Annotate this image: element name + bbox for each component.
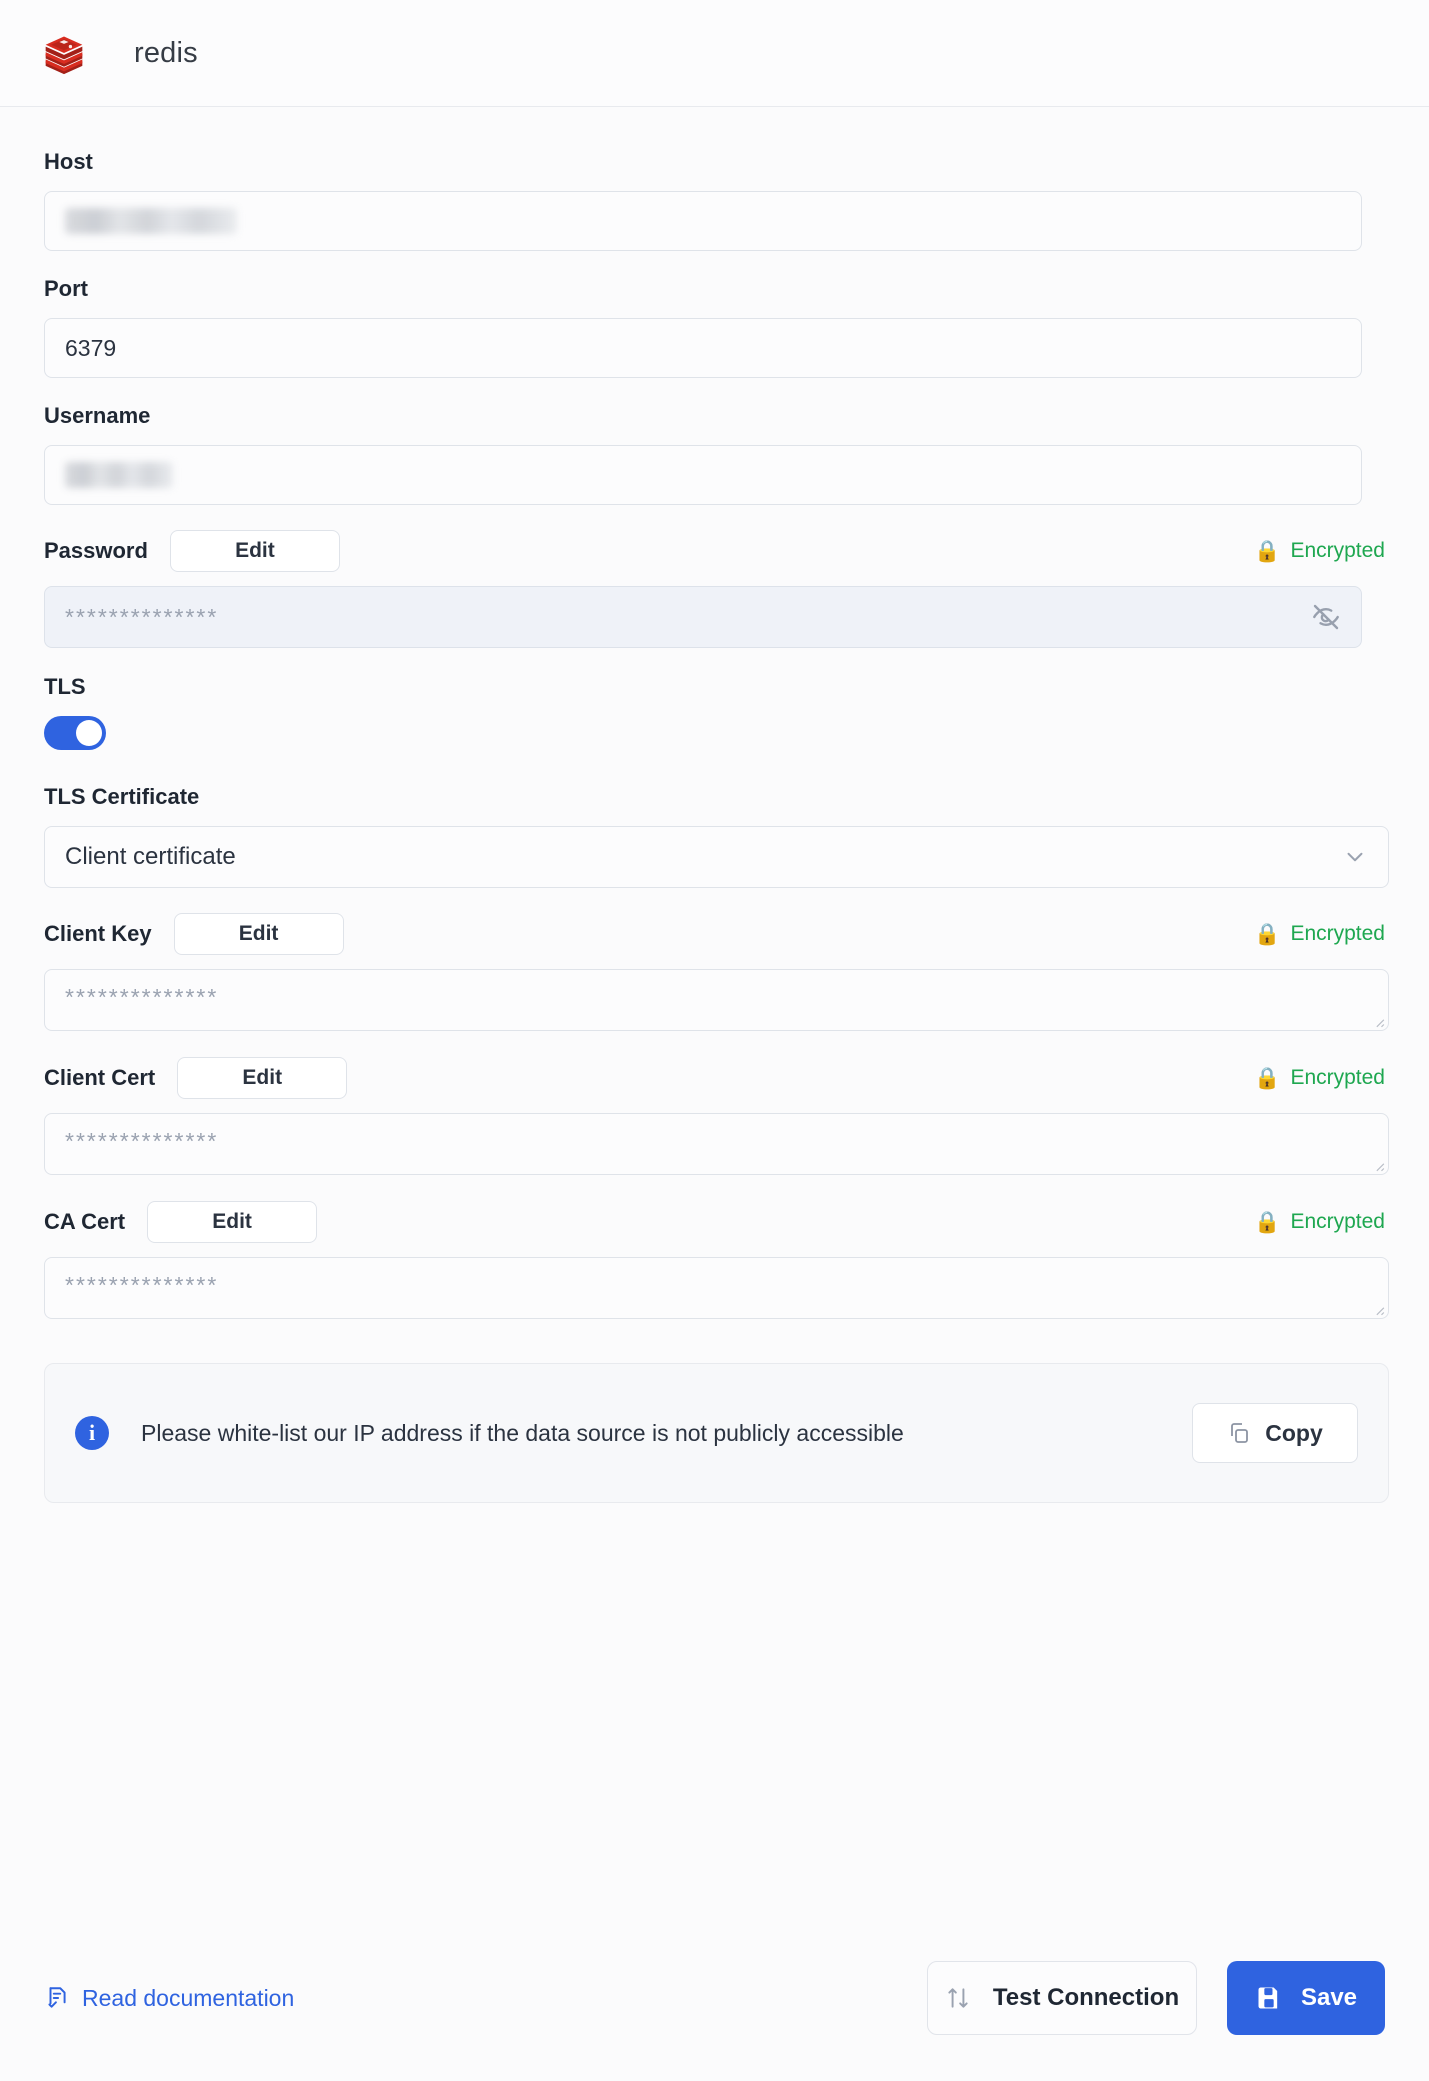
client-cert-masked-value: **************	[65, 1128, 219, 1154]
username-redacted-value	[65, 462, 173, 488]
ca-cert-label: CA Cert	[44, 1209, 126, 1234]
tls-certificate-select[interactable]: Client certificate	[44, 826, 1389, 888]
ca-cert-edit-button[interactable]: Edit	[147, 1201, 318, 1243]
username-input[interactable]	[44, 445, 1362, 505]
read-documentation-link[interactable]: Read documentation	[44, 1985, 294, 2012]
tls-toggle-knob	[76, 720, 102, 746]
lock-icon: 🔒	[1254, 1066, 1281, 1090]
client-cert-textarea[interactable]: **************	[44, 1113, 1389, 1175]
lock-icon: 🔒	[1254, 922, 1281, 946]
ca-cert-encrypted-badge: 🔒 Encrypted	[1254, 1210, 1385, 1234]
ca-cert-encrypted-label: Encrypted	[1290, 1210, 1385, 1233]
save-button-label: Save	[1300, 1984, 1358, 2011]
client-cert-edit-button[interactable]: Edit	[177, 1057, 348, 1099]
redis-logo-icon	[45, 36, 83, 75]
lock-icon: 🔒	[1254, 1210, 1281, 1234]
ca-cert-header: CA Cert Edit 🔒 Encrypted	[44, 1201, 1385, 1243]
password-label: Password	[44, 538, 148, 563]
chevron-down-icon	[1347, 852, 1363, 862]
field-tls-certificate: TLS Certificate Client certificate	[44, 784, 1389, 888]
tls-certificate-value: Client certificate	[65, 843, 236, 870]
client-key-encrypted-badge: 🔒 Encrypted	[1254, 922, 1385, 946]
password-header: Password Edit 🔒 Encrypted	[44, 530, 1385, 572]
client-cert-encrypted-label: Encrypted	[1290, 1066, 1385, 1089]
lock-icon: 🔒	[1254, 539, 1281, 563]
password-input[interactable]: **************	[44, 586, 1362, 648]
document-check-icon	[48, 1987, 66, 2008]
username-label: Username	[44, 403, 151, 428]
tls-label: TLS	[44, 674, 86, 699]
ca-cert-masked-value: **************	[65, 1272, 219, 1298]
client-key-header: Client Key Edit 🔒 Encrypted	[44, 913, 1385, 955]
page-header: redis	[0, 0, 1429, 107]
client-cert-encrypted-badge: 🔒 Encrypted	[1254, 1066, 1385, 1090]
tls-toggle[interactable]	[44, 716, 106, 750]
arrows-up-down-icon	[948, 1988, 968, 2008]
test-connection-label: Test Connection	[992, 1984, 1180, 2011]
host-redacted-value	[65, 208, 237, 234]
client-cert-header: Client Cert Edit 🔒 Encrypted	[44, 1057, 1385, 1099]
field-ca-cert: CA Cert Edit 🔒 Encrypted **************	[44, 1201, 1389, 1319]
save-button[interactable]: Save	[1227, 1961, 1385, 2035]
footer-actions: Test Connection Save	[927, 1961, 1385, 2035]
info-icon: i	[75, 1416, 109, 1450]
port-input[interactable]: 6379	[44, 318, 1362, 378]
eye-off-icon[interactable]	[1311, 602, 1341, 632]
password-encrypted-badge: 🔒 Encrypted	[1254, 539, 1385, 563]
client-key-encrypted-label: Encrypted	[1290, 922, 1385, 945]
test-connection-button[interactable]: Test Connection	[927, 1961, 1197, 2035]
ip-whitelist-banner: i Please white-list our IP address if th…	[44, 1363, 1389, 1503]
banner-message: Please white-list our IP address if the …	[141, 1419, 904, 1446]
client-key-masked-value: **************	[65, 984, 219, 1010]
resize-handle-icon[interactable]	[1371, 1014, 1385, 1028]
field-client-cert: Client Cert Edit 🔒 Encrypted ***********…	[44, 1057, 1389, 1175]
field-port: Port 6379	[44, 276, 1385, 378]
client-key-label: Client Key	[44, 921, 152, 946]
field-password: Password Edit 🔒 Encrypted **************	[44, 530, 1385, 648]
floppy-disk-icon	[1258, 1987, 1278, 2009]
field-client-key: Client Key Edit 🔒 Encrypted ************…	[44, 913, 1389, 1031]
copy-button-label: Copy	[1265, 1419, 1323, 1446]
connection-form: Host Port 6379 Username Password Edit 🔒	[0, 107, 1429, 1913]
page-title: redis	[134, 36, 198, 69]
copy-icon	[1231, 1423, 1249, 1443]
ca-cert-textarea[interactable]: **************	[44, 1257, 1389, 1319]
resize-handle-icon[interactable]	[1371, 1158, 1385, 1172]
field-username: Username	[44, 403, 1385, 505]
port-label: Port	[44, 276, 88, 301]
tls-certificate-label: TLS Certificate	[44, 784, 200, 809]
resize-handle-icon[interactable]	[1371, 1302, 1385, 1316]
password-edit-button[interactable]: Edit	[169, 530, 340, 572]
field-host: Host	[44, 149, 1385, 251]
password-encrypted-label: Encrypted	[1290, 539, 1385, 562]
connection-settings-page: redis Host Port 6379 Username Password E…	[0, 0, 1429, 2081]
copy-ip-button[interactable]: Copy	[1192, 1403, 1358, 1463]
client-key-textarea[interactable]: **************	[44, 969, 1389, 1031]
host-label: Host	[44, 149, 93, 174]
page-footer: Read documentation Test Connection Save	[0, 1961, 1429, 2081]
password-masked-value: **************	[65, 603, 219, 630]
client-cert-label: Client Cert	[44, 1065, 156, 1090]
client-key-edit-button[interactable]: Edit	[173, 913, 344, 955]
read-documentation-label: Read documentation	[82, 1984, 295, 2011]
field-tls: TLS	[44, 674, 1385, 750]
host-input[interactable]	[44, 191, 1362, 251]
